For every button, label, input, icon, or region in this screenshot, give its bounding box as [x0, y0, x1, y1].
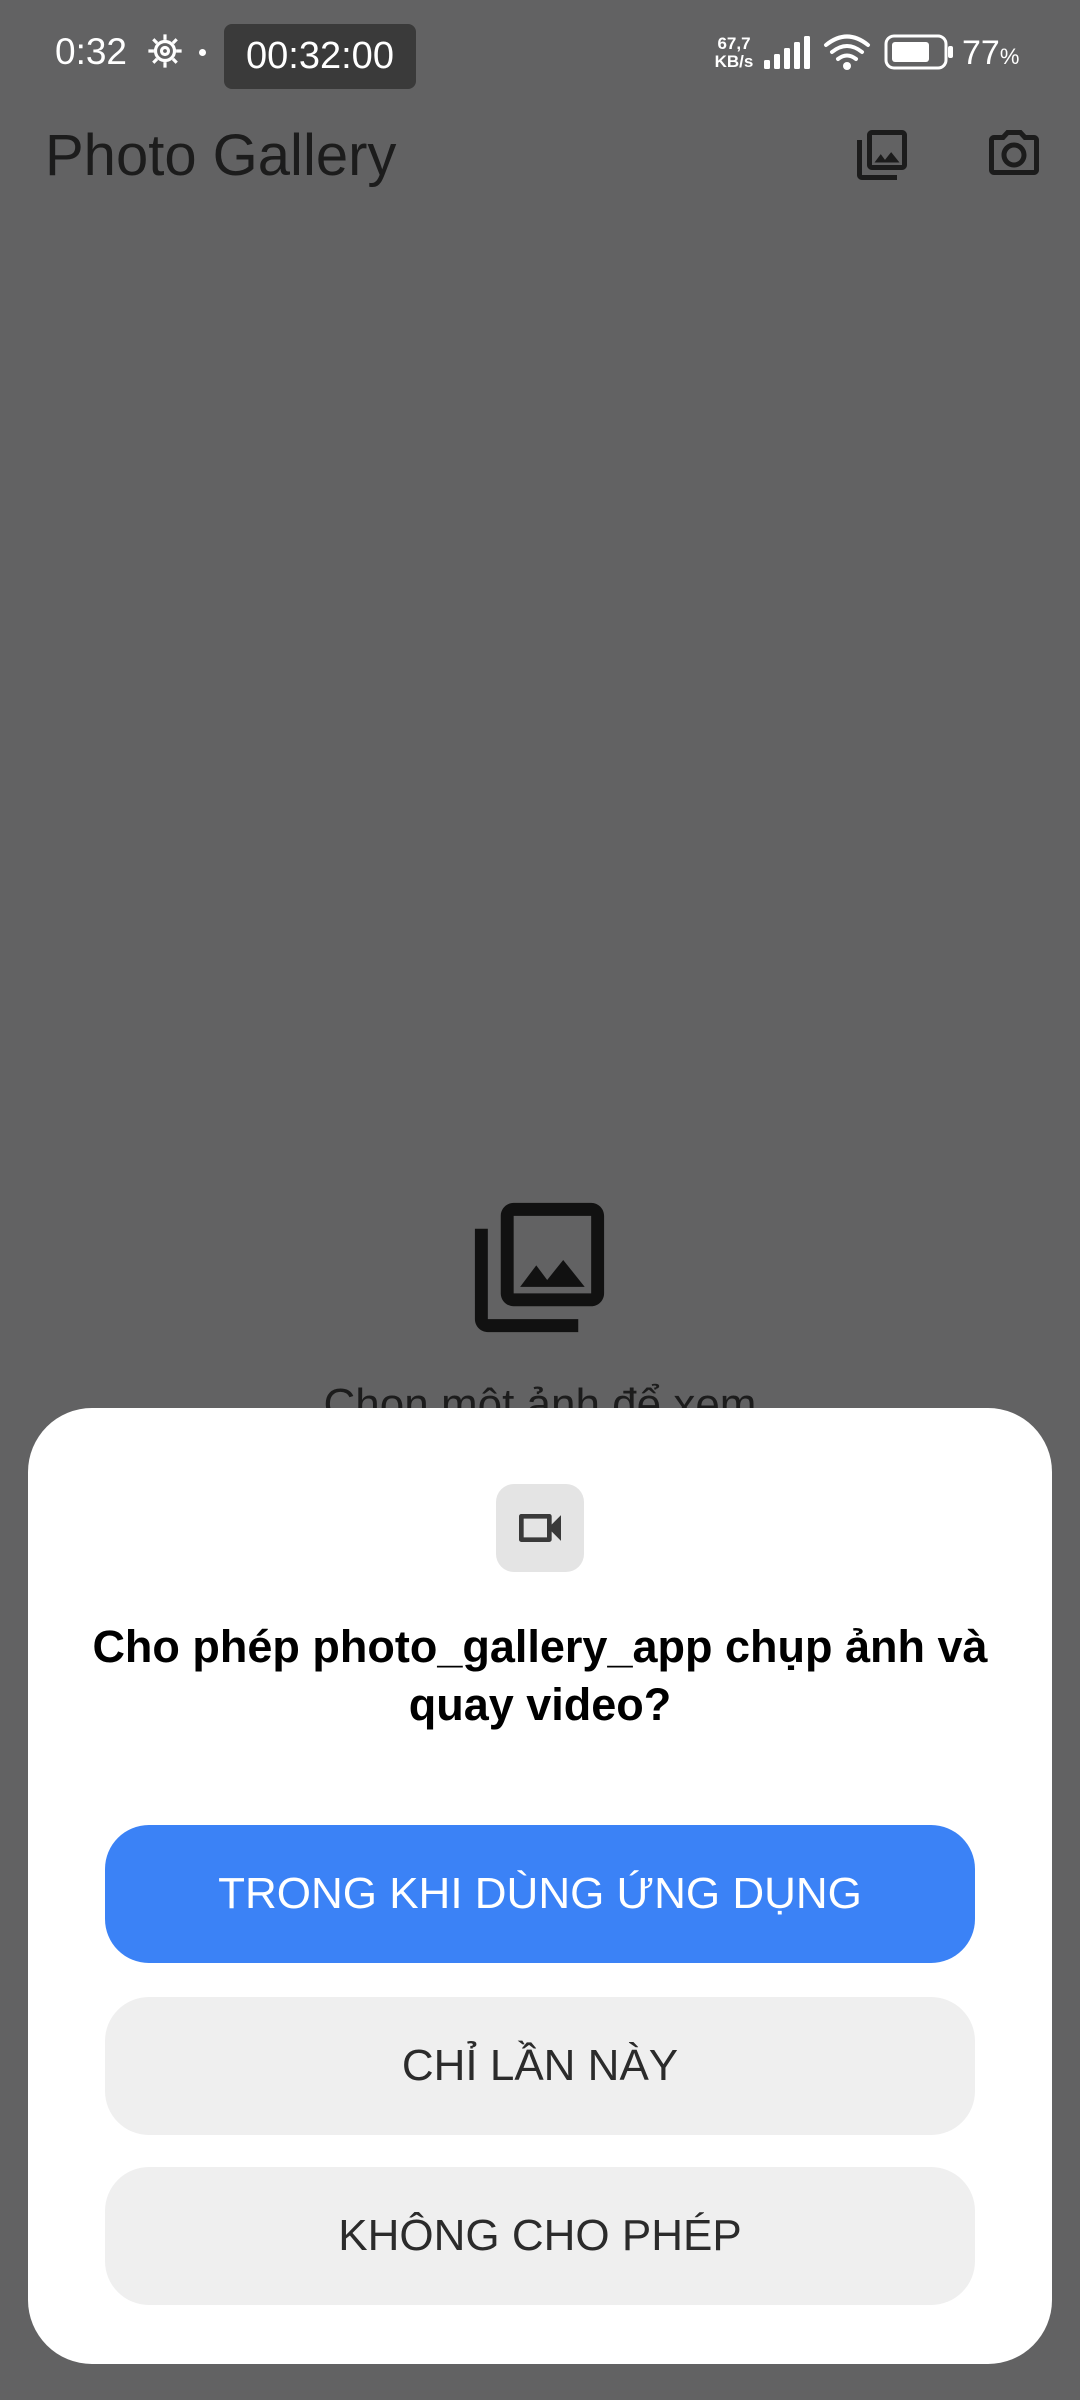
dialog-title: Cho phép photo_gallery_app chụp ảnh và q… [92, 1621, 988, 1730]
battery-percent-unit: % [999, 44, 1020, 69]
wifi-icon [824, 34, 870, 70]
app-bar: Photo Gallery [0, 105, 1080, 205]
dialog-icon-container [496, 1484, 584, 1572]
screen: 0:32 00:32:00 67,7 KB/s 77% Photo Galler… [0, 0, 1080, 2400]
status-bar: 0:32 00:32:00 67,7 KB/s 77% [0, 0, 1080, 105]
battery-icon [884, 34, 953, 70]
deny-button[interactable]: KHÔNG CHO PHÉP [105, 2167, 975, 2305]
camera-icon[interactable] [984, 125, 1044, 185]
network-speed: 67,7 KB/s [712, 35, 756, 71]
signal-icon [764, 36, 810, 69]
photo-library-icon [474, 1202, 605, 1333]
video-camera-icon [519, 1514, 561, 1542]
screen-record-timer[interactable]: 00:32:00 [224, 24, 416, 89]
allow-while-using-button[interactable]: TRONG KHI DÙNG ỨNG DỤNG [105, 1825, 975, 1963]
notification-dot [199, 49, 206, 56]
status-time: 0:32 [55, 31, 128, 72]
allow-once-button[interactable]: CHỈ LẦN NÀY [105, 1997, 975, 2135]
photo-library-icon[interactable] [852, 125, 912, 185]
network-speed-value: 67,7 [717, 34, 751, 53]
battery-percent-value: 77 [962, 34, 1000, 72]
permission-dialog: Cho phép photo_gallery_app chụp ảnh và q… [28, 1408, 1052, 2364]
network-speed-unit: KB/s [714, 52, 754, 71]
battery-percent: 77% [962, 33, 1019, 77]
gear-icon [148, 34, 182, 68]
app-title: Photo Gallery [45, 123, 397, 188]
